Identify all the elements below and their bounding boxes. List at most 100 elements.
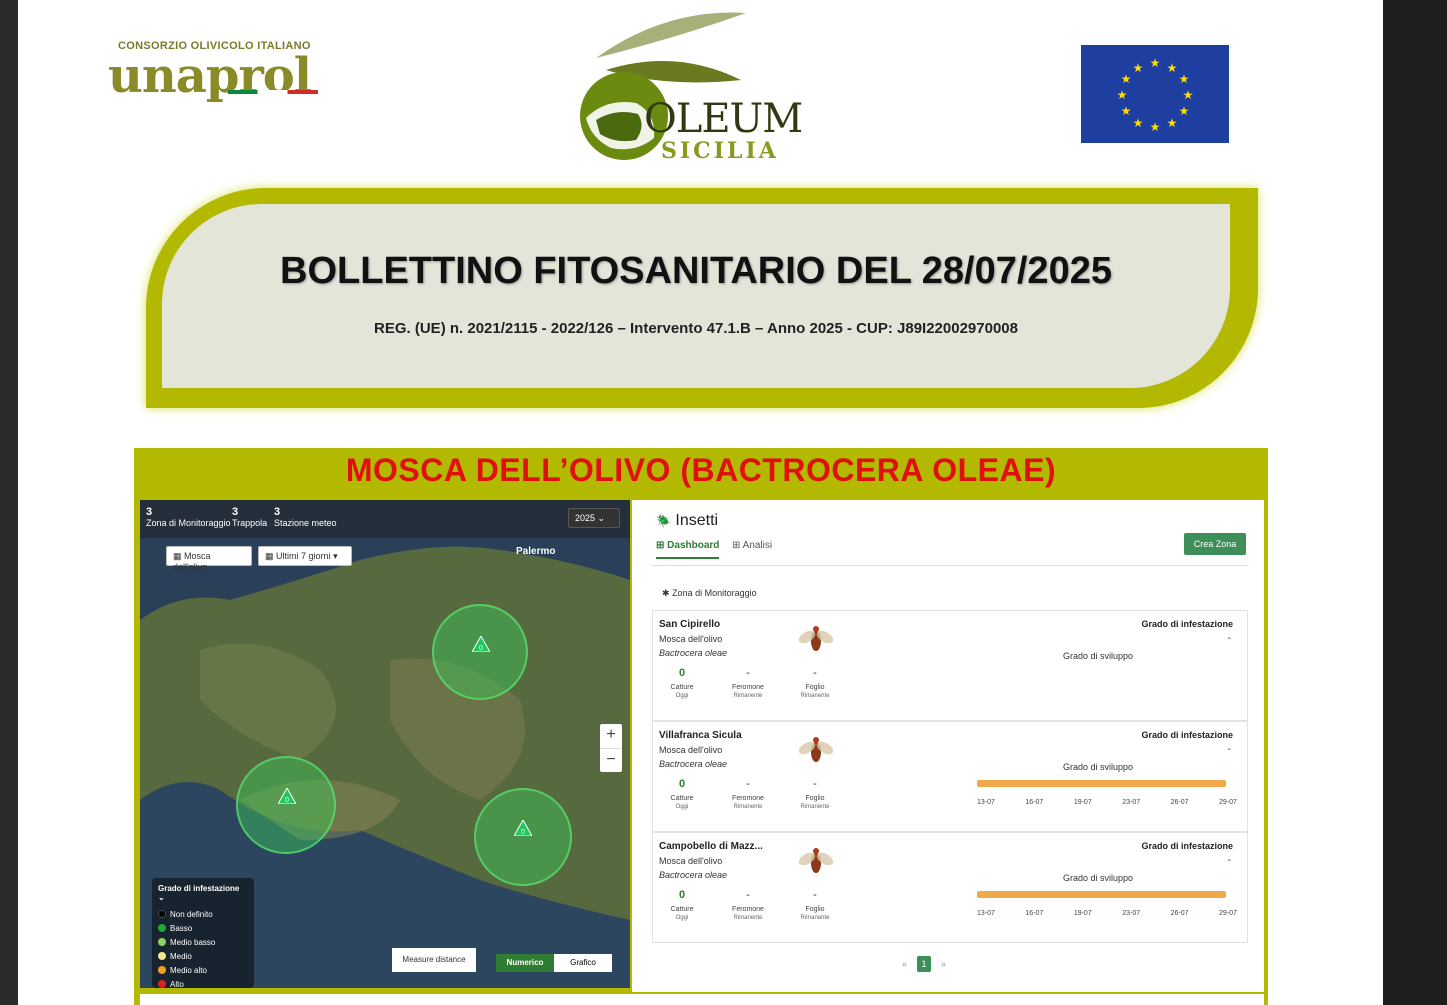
tab-analisi[interactable]: ⊞ Analisi [732, 540, 772, 551]
unaprol-name: unaprol [108, 48, 312, 104]
prev-page-button[interactable]: « [902, 959, 907, 969]
grid-icon: ⊞ [656, 540, 665, 551]
zona-heading: ✱ Zona di Monitoraggio [662, 588, 757, 598]
zone-card[interactable]: Villafranca Sicula Mosca dell'olivo Bact… [652, 721, 1248, 832]
date-axis: 13-07 16-07 19-07 23-07 26-07 29-07 [977, 799, 1237, 806]
infestation-legend: Grado di infestazione ⌄ Non definito Bas… [152, 878, 254, 988]
zone-name: Campobello di Mazz... [659, 841, 763, 852]
development-label: Grado di sviluppo [1063, 651, 1134, 661]
zoom-in-button[interactable]: + [600, 724, 622, 748]
create-zone-button[interactable]: Crea Zona [1184, 533, 1246, 555]
olive-fly-icon [795, 841, 837, 881]
legend-dot-icon [158, 966, 166, 974]
page-1-button[interactable]: 1 [917, 956, 932, 972]
kpi-catture: 0 Catture Oggi [670, 667, 694, 699]
bug-icon: ✱ [662, 588, 670, 598]
kpi-catture: 0 Catture Oggi [670, 889, 694, 921]
eu-stars-icon: ★ ★ ★ ★ ★ ★ ★ ★ ★ ★ ★ ★ [1117, 56, 1194, 134]
svg-text:★: ★ [1133, 116, 1144, 130]
trap-marker-icon[interactable]: 0 [277, 786, 297, 805]
sicilia-text: SICILIA [661, 138, 779, 164]
year-select[interactable]: 2025 ⌄ [568, 508, 620, 528]
kpi-foglio: - Foglio Rimanente [800, 778, 830, 810]
infestation-label: Grado di infestazione [1141, 619, 1233, 629]
svg-text:0: 0 [479, 645, 483, 652]
oleum-sicilia-logo: OLEUM SICILIA [566, 8, 803, 168]
period-filter-select[interactable]: ▦ Ultimi 7 giorni ▾ [258, 546, 352, 566]
insects-dashboard: 🪲 Insetti ⊞ Dashboard ⊞ Analisi Crea Zon… [632, 500, 1264, 992]
stat-trappola: 3 Trappola [232, 506, 268, 528]
kpi-feromone: - Feromone Rimanente [732, 667, 764, 699]
legend-dot-icon [158, 952, 166, 960]
unaprol-logo: CONSORZIO OLIVICOLO ITALIANO unaprol [108, 38, 328, 104]
development-bar [977, 891, 1226, 898]
grid-icon: ⊞ [732, 540, 741, 551]
stat-stazione: 3 Stazione meteo [274, 506, 337, 528]
zoom-out-button[interactable]: − [600, 748, 622, 772]
tab-divider [652, 565, 1248, 566]
infestation-value: - [1227, 744, 1231, 755]
view-toggle: Numerico Grafico [496, 954, 612, 972]
oleum-text: OLEUM [644, 96, 803, 142]
chevron-down-icon[interactable]: ⌄ [158, 893, 165, 902]
legend-item: Basso [158, 921, 248, 935]
legend-item: Alto [158, 977, 248, 988]
species-name: Mosca dell'olivo [659, 856, 723, 866]
monitoring-zone-circle[interactable] [236, 756, 336, 854]
bug-icon: 🪲 [656, 514, 671, 528]
pagination: « 1 » [902, 956, 946, 972]
svg-text:★: ★ [1150, 120, 1161, 134]
date-axis: 13-07 16-07 19-07 23-07 26-07 29-07 [977, 910, 1237, 917]
legend-item: Medio basso [158, 935, 248, 949]
infestation-value: - [1227, 855, 1231, 866]
svg-text:★: ★ [1167, 61, 1178, 75]
bulletin-title: BOLLETTINO FITOSANITARIO DEL 28/07/2025 [280, 250, 1112, 292]
infestation-label: Grado di infestazione [1141, 730, 1233, 740]
monitoring-zone-circle[interactable] [474, 788, 572, 886]
trap-marker-icon[interactable]: 0 [471, 634, 491, 653]
section-title: MOSCA DELL’OLIVO (BACTROCERA OLEAE) [345, 452, 1057, 488]
latin-name: Bactrocera oleae [659, 648, 728, 658]
zone-card[interactable]: Campobello di Mazz... Mosca dell'olivo B… [652, 832, 1248, 943]
zone-name: Villafranca Sicula [659, 730, 742, 741]
kpi-feromone: - Feromone Rimanente [732, 778, 764, 810]
svg-text:0: 0 [285, 797, 289, 804]
svg-text:★: ★ [1183, 88, 1194, 102]
svg-text:0: 0 [521, 829, 525, 836]
grid-icon: ▦ [173, 551, 182, 561]
chart-toggle[interactable]: Grafico [554, 954, 612, 972]
zoom-control: + − [600, 724, 622, 772]
species-filter-button[interactable]: ▦ Mosca dell'olivo [166, 546, 252, 572]
species-name: Mosca dell'olivo [659, 745, 723, 755]
city-label: Palermo [516, 546, 556, 557]
species-name: Mosca dell'olivo [659, 634, 723, 644]
olive-fly-icon [795, 730, 837, 770]
trap-marker-icon[interactable]: 0 [513, 818, 533, 837]
title-panel [162, 204, 1230, 388]
development-label: Grado di sviluppo [1063, 873, 1134, 883]
next-section-box [140, 994, 1264, 1005]
stat-zona: 3 Zona di Monitoraggio [146, 506, 231, 528]
svg-text:★: ★ [1179, 72, 1190, 86]
legend-dot-icon [158, 910, 166, 918]
tab-dashboard[interactable]: ⊞ Dashboard [656, 540, 720, 559]
svg-text:★: ★ [1121, 104, 1132, 118]
svg-text:★: ★ [1179, 104, 1190, 118]
svg-text:★: ★ [1121, 72, 1132, 86]
svg-text:★: ★ [1133, 61, 1144, 75]
numeric-toggle[interactable]: Numerico [496, 954, 554, 972]
legend-title: Grado di infestazione [158, 884, 240, 893]
svg-text:★: ★ [1117, 88, 1128, 102]
caret-down-icon: ▾ [333, 551, 338, 561]
olive-fly-icon [795, 619, 837, 659]
next-page-button[interactable]: » [941, 959, 946, 969]
legend-item: Non definito [158, 907, 248, 921]
zone-card[interactable]: San Cipirello Mosca dell'olivo Bactrocer… [652, 610, 1248, 721]
latin-name: Bactrocera oleae [659, 870, 728, 880]
legend-item: Medio alto [158, 963, 248, 977]
map-panel[interactable]: 3 Zona di Monitoraggio 3 Trappola 3 Stazion… [140, 500, 630, 988]
development-bar [977, 780, 1226, 787]
kpi-catture: 0 Catture Oggi [670, 778, 694, 810]
legend-item: Medio [158, 949, 248, 963]
measure-distance-button[interactable]: Measure distance [392, 948, 476, 972]
